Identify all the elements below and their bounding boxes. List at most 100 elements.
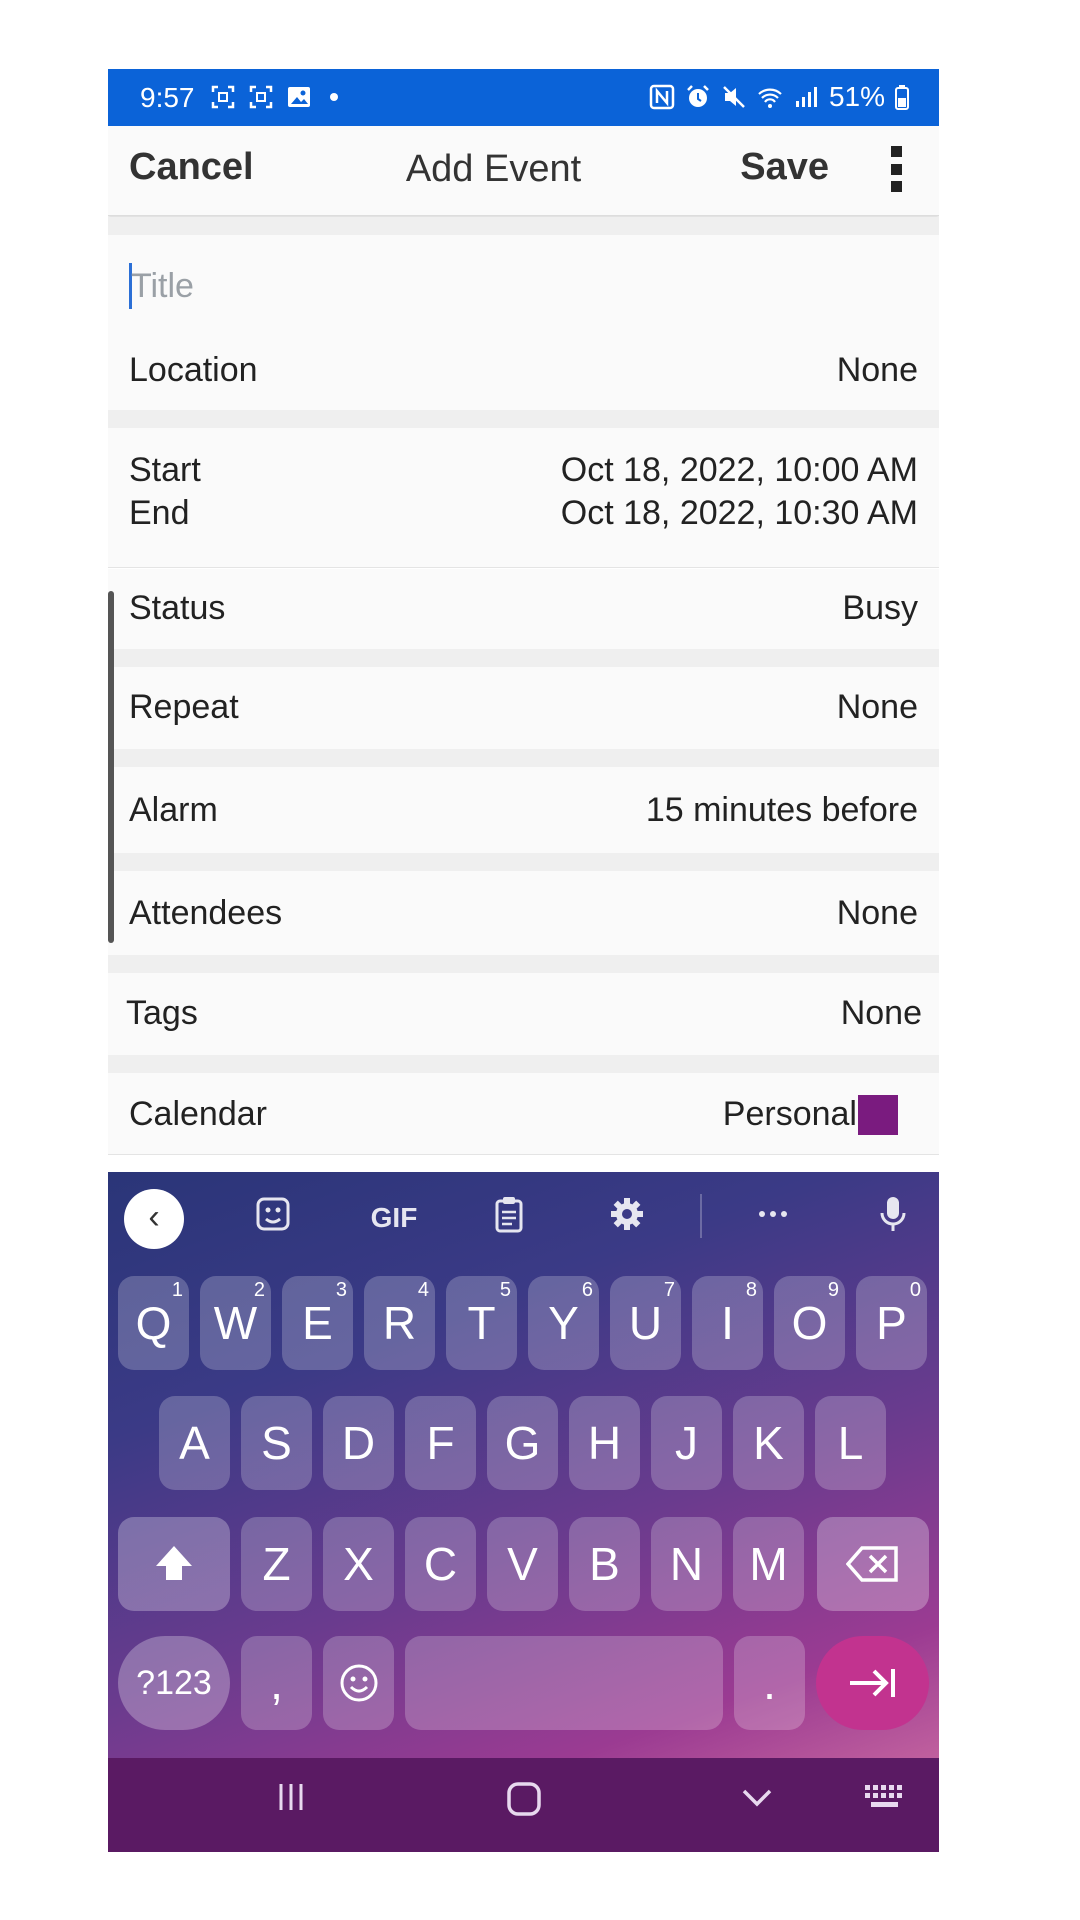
space-key[interactable] [405,1636,723,1730]
calendar-color-swatch [858,1095,898,1135]
section-divider [108,649,939,667]
end-value: Oct 18, 2022, 10:30 AM [560,494,918,532]
repeat-label: Repeat [129,688,239,726]
recent-apps-icon[interactable] [274,1780,308,1823]
repeat-row[interactable]: Repeat None [108,667,939,749]
save-button[interactable]: Save [740,146,829,189]
key-s[interactable]: S [241,1396,312,1490]
chevron-left-icon[interactable]: ‹ [124,1189,184,1249]
symbols-key[interactable]: ?123 [118,1636,230,1730]
tags-row[interactable]: Tags None [108,973,939,1055]
key-g[interactable]: G [487,1396,558,1490]
key-v[interactable]: V [487,1517,558,1611]
title-field[interactable] [129,261,919,321]
gear-icon[interactable] [602,1194,652,1242]
key-number-hint: 1 [171,1279,183,1301]
calendar-row[interactable]: Calendar Personal [108,1073,939,1155]
alarm-value: 15 minutes before [645,791,918,829]
shift-key[interactable] [118,1517,230,1611]
key-b[interactable]: B [569,1517,640,1611]
keyboard-icon[interactable] [863,1780,907,1823]
mute-icon [723,86,745,108]
key-c[interactable]: C [405,1517,476,1611]
key-i[interactable]: I8 [692,1276,763,1370]
key-o[interactable]: O9 [774,1276,845,1370]
key-number-hint: 5 [499,1279,511,1301]
key-r[interactable]: R4 [364,1276,435,1370]
attendees-label: Attendees [129,894,283,932]
key-l[interactable]: L [815,1396,886,1490]
key-letter: Q [135,1297,172,1349]
battery-icon [895,85,909,110]
backspace-key[interactable] [817,1517,929,1611]
emoji-key[interactable] [323,1636,394,1730]
period-key[interactable]: . [734,1636,805,1730]
key-number-hint: 8 [745,1279,757,1301]
key-m[interactable]: M [733,1517,804,1611]
key-j[interactable]: J [651,1396,722,1490]
key-letter: W [213,1297,258,1349]
keyboard: ‹ GIF Q1W2E3R4T5Y6U7I8O9P0 ASDFGHJKL Z X… [108,1172,939,1758]
more-options-icon[interactable] [891,146,903,192]
start-value: Oct 18, 2022, 10:00 AM [560,451,918,489]
status-row[interactable]: Status Busy [108,569,939,649]
toolbar-divider [700,1194,702,1238]
date-time-row[interactable]: Start Oct 18, 2022, 10:00 AM End Oct 18,… [108,428,939,568]
key-e[interactable]: E3 [282,1276,353,1370]
key-n[interactable]: N [651,1517,722,1611]
key-a[interactable]: A [159,1396,230,1490]
key-number-hint: 0 [909,1279,921,1301]
key-z[interactable]: Z [241,1517,312,1611]
battery-percent: 51% [828,81,885,112]
clipboard-icon[interactable] [484,1194,534,1242]
key-q[interactable]: Q1 [118,1276,189,1370]
home-icon[interactable] [505,1780,543,1827]
location-value: None [836,351,918,389]
gif-button[interactable]: GIF [364,1194,424,1242]
key-p[interactable]: P0 [856,1276,927,1370]
key-letter: R [382,1297,417,1349]
section-divider [108,1055,939,1073]
key-f[interactable]: F [405,1396,476,1490]
status-right-icons: 51% [649,81,909,113]
attendees-row[interactable]: Attendees None [108,871,939,955]
title-input[interactable] [131,261,911,311]
section-divider [108,955,939,973]
key-letter: Y [548,1297,579,1349]
key-t[interactable]: T5 [446,1276,517,1370]
key-w[interactable]: W2 [200,1276,271,1370]
comma-key[interactable]: , [241,1636,312,1730]
key-letter: E [302,1297,333,1349]
status-time: 9:57 [140,82,195,113]
next-field-key[interactable] [816,1636,929,1730]
key-y[interactable]: Y6 [528,1276,599,1370]
wifi-icon [758,88,782,108]
alarm-label: Alarm [129,791,218,829]
key-number-hint: 3 [335,1279,347,1301]
alarm-row[interactable]: Alarm 15 minutes before [108,767,939,853]
scroll-indicator [108,591,114,943]
key-h[interactable]: H [569,1396,640,1490]
tags-label: Tags [126,994,198,1032]
microphone-icon[interactable] [868,1194,918,1242]
keyboard-toolbar: ‹ GIF [108,1172,939,1262]
section-divider [108,853,939,871]
more-horizontal-icon[interactable] [748,1194,798,1242]
key-letter: T [467,1297,496,1349]
key-x[interactable]: X [323,1517,394,1611]
key-letter: O [791,1297,828,1349]
chevron-down-icon[interactable] [740,1780,774,1823]
key-number-hint: 9 [827,1279,839,1301]
location-row[interactable]: Location None [108,335,939,410]
key-k[interactable]: K [733,1396,804,1490]
section-divider [108,749,939,767]
key-u[interactable]: U7 [610,1276,681,1370]
tags-value: None [840,994,922,1032]
key-letter: P [876,1297,907,1349]
key-number-hint: 2 [253,1279,265,1301]
repeat-value: None [836,688,918,726]
key-d[interactable]: D [323,1396,394,1490]
screenshot-icon [211,85,235,109]
signal-icon [795,87,817,107]
sticker-icon[interactable] [248,1194,298,1242]
